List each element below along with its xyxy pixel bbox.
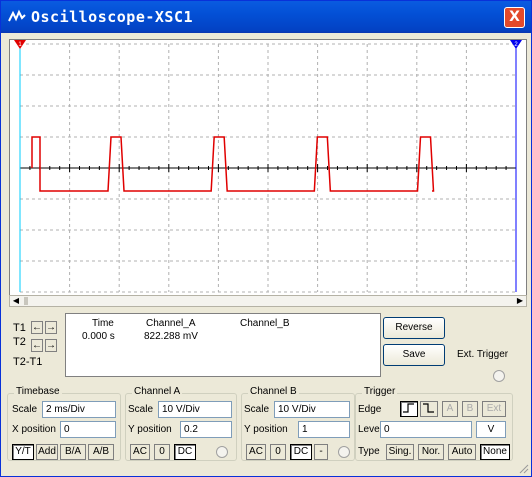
timebase-title: Timebase [14, 386, 62, 397]
channel-a-group: Channel A Scale 10 V/Div Y position 0.2 … [125, 386, 237, 461]
channel-a-scale-label: Scale [128, 404, 154, 415]
title-bar[interactable]: Oscilloscope-XSC1 X [1, 1, 531, 33]
scroll-thumb[interactable] [24, 297, 28, 305]
header-channel-b: Channel_B [240, 318, 290, 329]
scope-screen: 12 [14, 40, 522, 293]
t1-channel-a-value: 822.288 mV [144, 331, 198, 342]
channel-b-minus-button[interactable]: - [314, 444, 328, 460]
t2-left-arrow-icon[interactable]: ← [31, 339, 43, 352]
t1-time-value: 0.000 s [82, 331, 115, 342]
channel-a-title: Channel A [132, 386, 183, 397]
t2t1-label: T2-T1 [13, 356, 43, 368]
channel-b-ac-button[interactable]: AC [246, 444, 266, 460]
channel-a-ac-button[interactable]: AC [130, 444, 150, 460]
trigger-level-unit[interactable]: V [476, 421, 506, 438]
falling-edge-button[interactable] [420, 401, 438, 417]
close-button[interactable]: X [504, 7, 525, 28]
channel-a-radio[interactable] [216, 446, 228, 458]
t1-left-arrow-icon[interactable]: ← [31, 321, 43, 334]
falling-edge-icon [423, 403, 434, 413]
mode-ba-button[interactable]: B/A [60, 444, 86, 460]
header-channel-a: Channel_A [146, 318, 196, 329]
channel-b-scale-input[interactable]: 10 V/Div [274, 401, 350, 418]
channel-b-zero-button[interactable]: 0 [270, 444, 286, 460]
channel-b-title: Channel B [248, 386, 299, 397]
trigger-normal-button[interactable]: Nor. [418, 444, 444, 460]
channel-b-dc-button[interactable]: DC [290, 444, 312, 460]
ext-trigger-radio[interactable] [493, 370, 505, 382]
channel-b-group: Channel B Scale 10 V/Div Y position 1 AC… [241, 386, 355, 461]
horizontal-scrollbar[interactable]: ◀ ▶ [9, 295, 527, 307]
trigger-none-button[interactable]: None [480, 444, 510, 460]
channel-a-scale-input[interactable]: 10 V/Div [158, 401, 232, 418]
resize-grip-icon[interactable] [517, 462, 529, 474]
channel-a-ypos-input[interactable]: 0.2 [180, 421, 232, 438]
mode-yt-button[interactable]: Y/T [12, 444, 34, 460]
trigger-single-button[interactable]: Sing. [386, 444, 414, 460]
channel-b-radio[interactable] [338, 446, 350, 458]
measurement-readout: Time Channel_A Channel_B 0.000 s 822.288… [65, 313, 381, 377]
window-title: Oscilloscope-XSC1 [31, 8, 194, 26]
reverse-button[interactable]: Reverse [383, 317, 445, 339]
scroll-right-arrow-icon[interactable]: ▶ [514, 296, 526, 306]
oscilloscope-display: 12 [9, 39, 527, 297]
channel-a-dc-button[interactable]: DC [174, 444, 196, 460]
header-time: Time [92, 318, 114, 329]
channel-a-ypos-label: Y position [128, 424, 172, 435]
readout-panel: T1 T2 T2-T1 ← → ← → Time Channel_A Chann… [9, 309, 519, 383]
trigger-source-b-button[interactable]: B [462, 401, 478, 417]
channel-b-ypos-input[interactable]: 1 [298, 421, 350, 438]
xposition-input[interactable]: 0 [60, 421, 116, 438]
trigger-level-input[interactable]: 0 [380, 421, 472, 438]
trigger-source-a-button[interactable]: A [442, 401, 458, 417]
rising-edge-icon [403, 403, 414, 413]
xposition-label: X position [12, 424, 56, 435]
ext-trigger-label: Ext. Trigger [457, 349, 509, 360]
type-label: Type [358, 446, 380, 457]
channel-a-trace [31, 136, 435, 192]
timebase-group: Timebase Scale 2 ms/Div X position 0 Y/T… [7, 386, 121, 461]
trigger-group: Trigger Edge A B Ext Level 0 V Type Sing… [355, 386, 513, 461]
mode-add-button[interactable]: Add [36, 444, 58, 460]
trigger-auto-button[interactable]: Auto [448, 444, 476, 460]
channel-a-zero-button[interactable]: 0 [154, 444, 170, 460]
trigger-title: Trigger [362, 386, 398, 397]
scroll-left-arrow-icon[interactable]: ◀ [10, 296, 22, 306]
edge-label: Edge [358, 404, 382, 415]
channel-b-scale-label: Scale [244, 404, 270, 415]
t2-right-arrow-icon[interactable]: → [45, 339, 57, 352]
rising-edge-button[interactable] [400, 401, 418, 417]
oscilloscope-app-icon [8, 9, 26, 22]
timebase-scale-label: Scale [12, 404, 38, 415]
oscilloscope-window: Oscilloscope-XSC1 X 12 ◀ ▶ T1 T2 T2-T1 ←… [0, 0, 532, 477]
level-label: Level [358, 424, 382, 435]
trigger-source-ext-button[interactable]: Ext [482, 401, 506, 417]
channel-b-ypos-label: Y position [244, 424, 288, 435]
timebase-scale-input[interactable]: 2 ms/Div [42, 401, 116, 418]
save-button[interactable]: Save [383, 344, 445, 366]
t1-right-arrow-icon[interactable]: → [45, 321, 57, 334]
mode-ab-button[interactable]: A/B [88, 444, 114, 460]
